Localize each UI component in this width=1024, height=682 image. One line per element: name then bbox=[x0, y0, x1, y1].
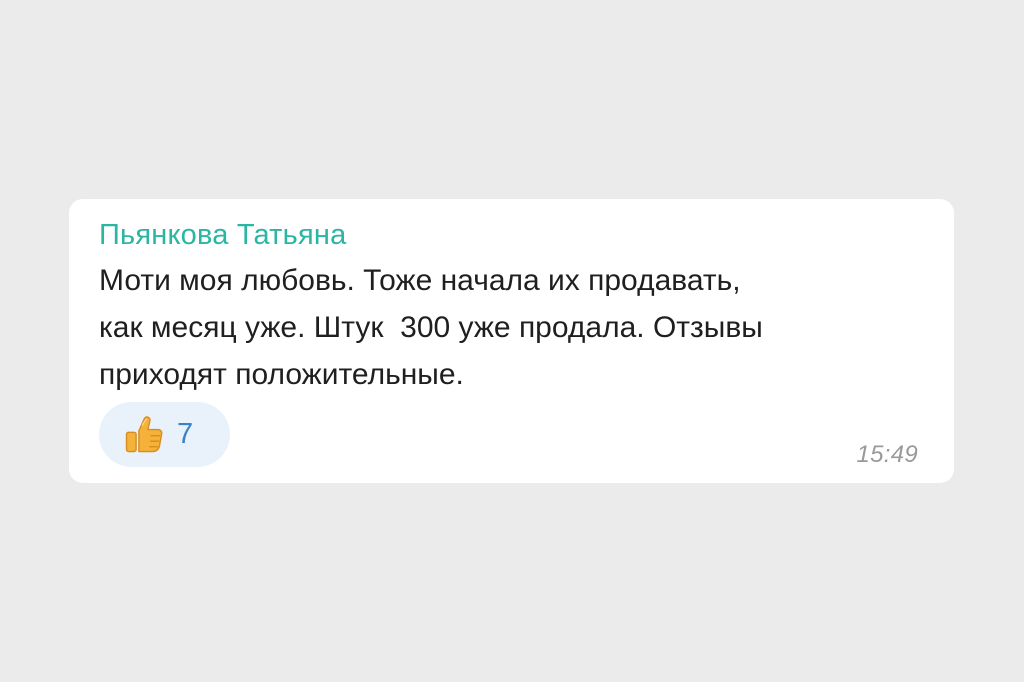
sender-name[interactable]: Пьянкова Татьяна bbox=[99, 217, 926, 253]
message-time: 15:49 bbox=[856, 441, 918, 468]
thumbs-up-icon bbox=[125, 415, 163, 452]
message-text: Моти моя любовь. Тоже начала их продават… bbox=[99, 264, 763, 391]
reaction-thumbs-up[interactable]: 7 bbox=[99, 402, 230, 467]
message-bubble[interactable]: Пьянкова Татьяна Моти моя любовь. Тоже н… bbox=[69, 199, 954, 483]
reaction-count: 7 bbox=[177, 418, 194, 450]
